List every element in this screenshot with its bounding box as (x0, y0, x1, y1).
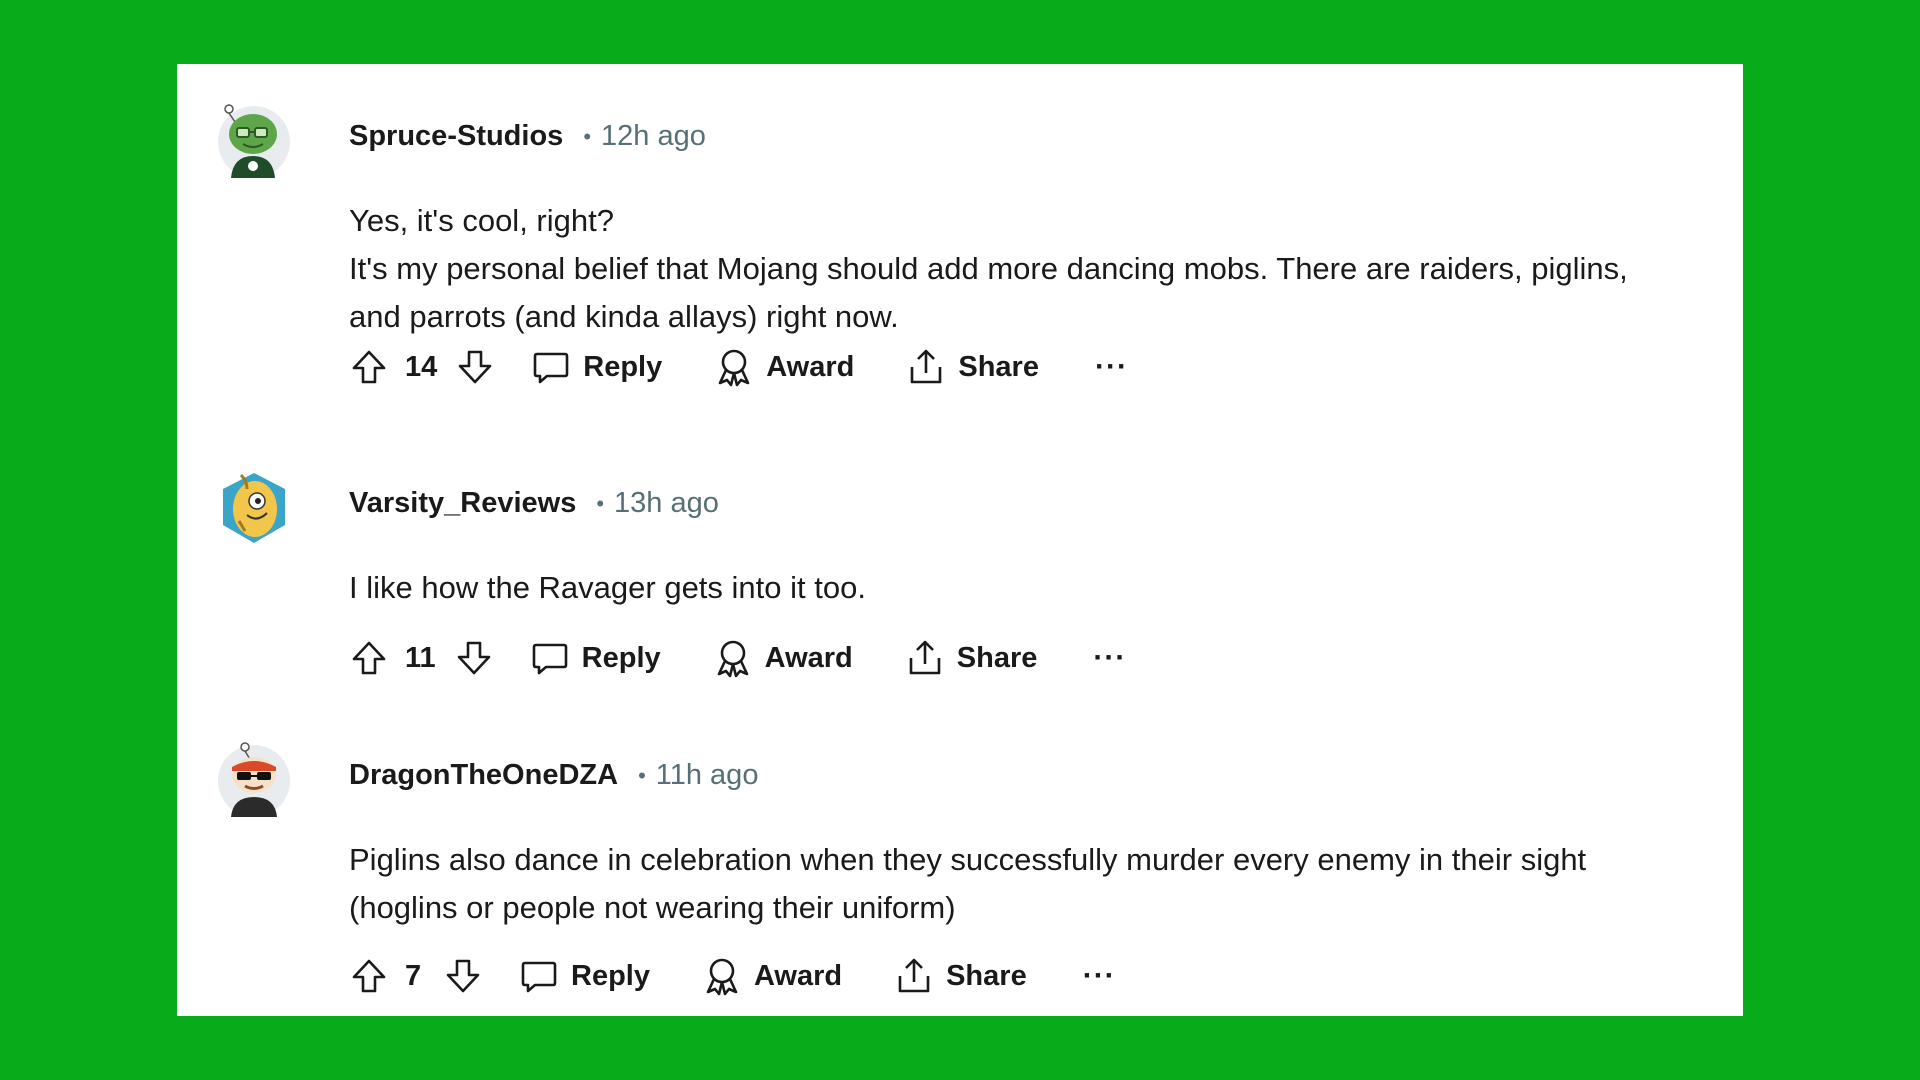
award-button[interactable]: Award (702, 956, 842, 996)
share-upload-icon (894, 956, 934, 996)
reply-button[interactable]: Reply (531, 347, 662, 387)
award-label: Award (764, 641, 853, 674)
author-link[interactable]: Varsity_Reviews (349, 487, 576, 520)
comment-text: I like how the Ravager gets into it too. (349, 570, 866, 605)
comment-text: Piglins also dance in celebration when t… (349, 842, 1587, 925)
award-ribbon-icon (713, 638, 753, 678)
timestamp[interactable]: 13h ago (614, 487, 719, 520)
upvote-icon[interactable] (349, 347, 389, 387)
timestamp[interactable]: 12h ago (601, 120, 706, 153)
share-label: Share (946, 959, 1027, 992)
award-ribbon-icon (702, 956, 742, 996)
vote-count: 14 (405, 350, 438, 383)
downvote-icon[interactable] (443, 956, 483, 996)
upvote-icon[interactable] (349, 956, 389, 996)
comment-actions: 11 Reply Award Share ··· (349, 638, 1126, 678)
comment-body: I like how the Ravager gets into it too. (349, 564, 1663, 612)
meta-separator: • (583, 123, 592, 149)
more-options-button[interactable]: ··· (1095, 352, 1128, 382)
comment-meta: Varsity_Reviews • 13h ago (349, 487, 719, 520)
share-upload-icon (905, 638, 945, 678)
comment-text: It's my personal belief that Mojang shou… (349, 251, 1628, 334)
reply-label: Reply (581, 641, 661, 674)
more-options-button[interactable]: ··· (1083, 961, 1116, 991)
more-options-button[interactable]: ··· (1093, 643, 1126, 673)
comment-item: Spruce-Studios • 12h ago Yes, it's cool,… (217, 100, 1703, 440)
award-ribbon-icon (714, 347, 754, 387)
award-label: Award (766, 350, 855, 383)
speech-bubble-icon (519, 956, 559, 996)
author-link[interactable]: DragonTheOneDZA (349, 759, 618, 792)
vote-count: 11 (405, 641, 436, 674)
timestamp[interactable]: 11h ago (656, 759, 759, 792)
upvote-icon[interactable] (349, 638, 389, 678)
reply-label: Reply (571, 959, 650, 992)
share-button[interactable]: Share (906, 347, 1039, 387)
downvote-icon[interactable] (455, 347, 495, 387)
snoo-sunglasses-avatar-icon[interactable] (217, 739, 291, 819)
share-button[interactable]: Share (905, 638, 1038, 678)
banana-mascot-avatar-icon[interactable] (217, 467, 291, 547)
comment-meta: DragonTheOneDZA • 11h ago (349, 759, 758, 792)
author-link[interactable]: Spruce-Studios (349, 120, 563, 153)
vote-count: 7 (405, 959, 422, 992)
speech-bubble-icon (531, 347, 571, 387)
reply-label: Reply (583, 350, 663, 383)
green-snoo-avatar-icon[interactable] (217, 100, 291, 180)
award-button[interactable]: Award (713, 638, 853, 678)
meta-separator: • (638, 762, 646, 788)
speech-bubble-icon (530, 638, 570, 678)
comment-actions: 14 Reply Award Share ··· (349, 347, 1128, 387)
comment-actions: 7 Reply Award Share ··· (349, 956, 1116, 996)
comment-item: DragonTheOneDZA • 11h ago Piglins also d… (217, 739, 1703, 1009)
award-label: Award (753, 959, 843, 992)
meta-separator: • (596, 490, 605, 516)
comment-body: Yes, it's cool, right? It's my personal … (349, 197, 1663, 341)
award-button[interactable]: Award (714, 347, 854, 387)
reply-button[interactable]: Reply (530, 638, 661, 678)
comment-text: Yes, it's cool, right? (349, 203, 614, 238)
share-label: Share (956, 641, 1038, 674)
comment-thread: Spruce-Studios • 12h ago Yes, it's cool,… (177, 64, 1743, 1016)
comment-item: Varsity_Reviews • 13h ago I like how the… (217, 467, 1703, 707)
comment-meta: Spruce-Studios • 12h ago (349, 120, 706, 153)
reply-button[interactable]: Reply (519, 956, 650, 996)
comment-body: Piglins also dance in celebration when t… (349, 836, 1663, 932)
share-upload-icon (906, 347, 946, 387)
share-button[interactable]: Share (894, 956, 1027, 996)
share-label: Share (958, 350, 1039, 383)
downvote-icon[interactable] (454, 638, 494, 678)
